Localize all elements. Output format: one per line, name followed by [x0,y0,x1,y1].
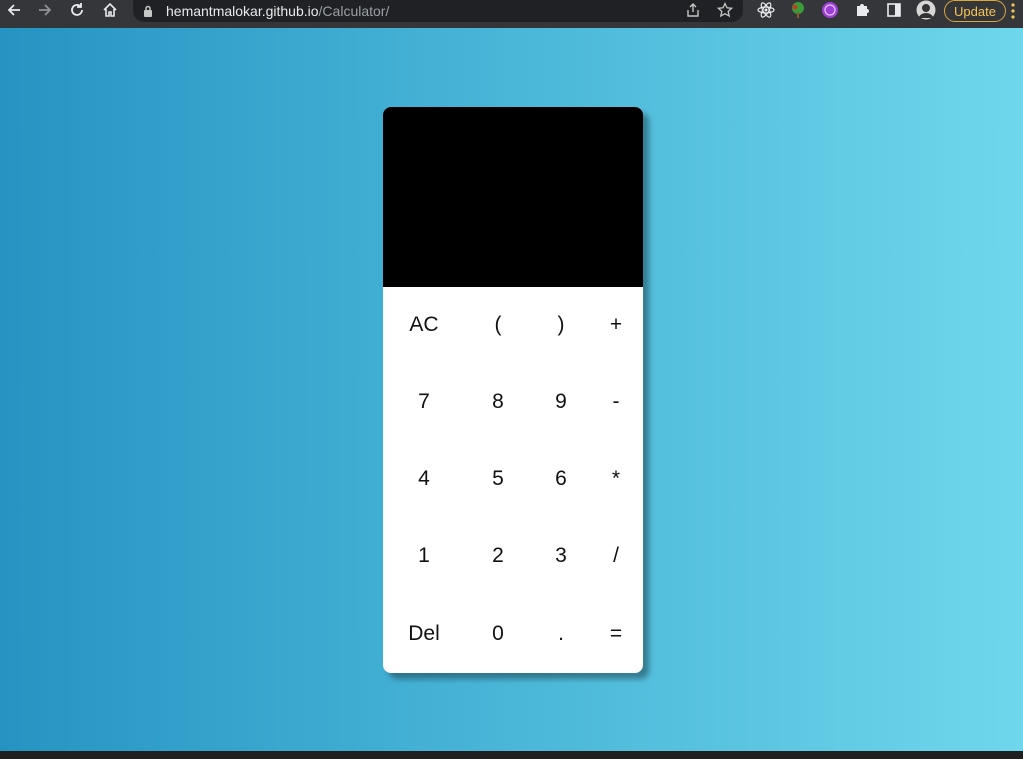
url-path: /Calculator/ [318,3,390,19]
key-0[interactable]: 0 [468,614,528,654]
browser-toolbar: hemantmalokar.github.io/Calculator/ Upda… [0,0,1023,28]
key-delete[interactable]: Del [394,614,454,654]
key-8[interactable]: 8 [468,382,528,422]
url-host: hemantmalokar.github.io [166,3,319,19]
calculator-keypad: AC ( ) + 7 8 9 - 4 5 6 * 1 2 3 / Del 0 .… [383,287,643,673]
key-6[interactable]: 6 [531,459,591,499]
address-bar[interactable]: hemantmalokar.github.io/Calculator/ [133,0,743,22]
update-button[interactable]: Update [944,0,1006,22]
page-viewport: AC ( ) + 7 8 9 - 4 5 6 * 1 2 3 / Del 0 .… [0,28,1023,751]
key-7[interactable]: 7 [394,382,454,422]
key-open-paren[interactable]: ( [468,305,528,345]
url-text[interactable]: hemantmalokar.github.io/Calculator/ [166,3,389,19]
key-1[interactable]: 1 [394,536,454,576]
calculator: AC ( ) + 7 8 9 - 4 5 6 * 1 2 3 / Del 0 .… [383,107,643,673]
profile-avatar-icon[interactable] [916,0,936,20]
bookmark-star-icon[interactable] [716,1,734,23]
side-panel-icon[interactable] [884,0,904,20]
tree-extension-icon[interactable] [788,0,808,20]
key-9[interactable]: 9 [531,382,591,422]
key-4[interactable]: 4 [394,459,454,499]
key-plus[interactable]: + [585,305,643,345]
kebab-menu-icon[interactable] [1010,2,1016,25]
react-devtools-icon[interactable] [756,0,776,20]
purple-extension-icon[interactable] [820,0,840,20]
lock-icon[interactable] [143,4,153,22]
key-close-paren[interactable]: ) [531,305,591,345]
key-all-clear[interactable]: AC [394,305,454,345]
key-3[interactable]: 3 [531,536,591,576]
home-icon[interactable] [100,0,120,20]
bottom-strip [0,751,1023,759]
key-5[interactable]: 5 [468,459,528,499]
key-divide[interactable]: / [585,536,643,576]
extensions-puzzle-icon[interactable] [852,0,872,20]
key-equals[interactable]: = [585,614,643,654]
key-minus[interactable]: - [585,382,643,422]
key-decimal[interactable]: . [531,614,591,654]
share-icon[interactable] [685,2,701,23]
reload-icon[interactable] [67,0,87,20]
calculator-display [383,107,643,287]
forward-icon[interactable] [35,0,55,20]
back-icon[interactable] [4,0,24,20]
key-2[interactable]: 2 [468,536,528,576]
key-multiply[interactable]: * [585,459,643,499]
